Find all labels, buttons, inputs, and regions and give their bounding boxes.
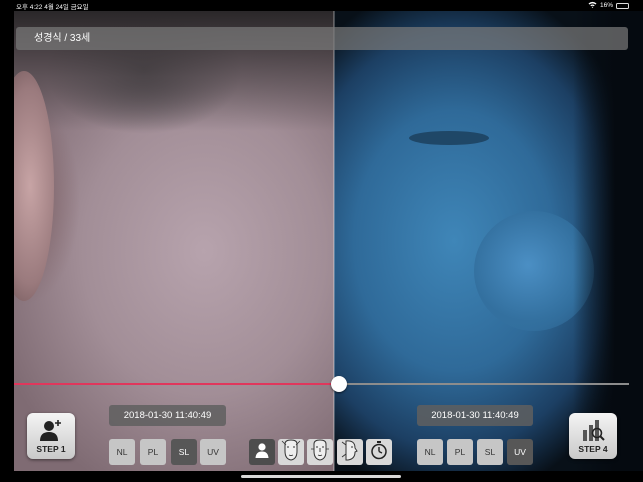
home-indicator[interactable] <box>241 475 401 478</box>
status-time-date: 오후 4:22 4월 24일 금요일 <box>16 4 89 11</box>
status-bar: 오후 4:22 4월 24일 금요일 16% <box>0 0 643 11</box>
left-mode-nl-button[interactable]: NL <box>109 439 135 465</box>
add-user-icon <box>27 418 75 442</box>
analysis-chart-icon <box>569 418 617 442</box>
step4-button[interactable]: STEP 4 <box>569 413 617 459</box>
step1-label: STEP 1 <box>36 444 66 454</box>
face-front-tool-button[interactable] <box>278 438 304 466</box>
face-front-alt-tool-button[interactable] <box>307 438 333 466</box>
battery-percent: 16% <box>599 2 613 9</box>
right-timestamp: 2018-01-30 11:40:49 <box>417 405 533 426</box>
left-face-image[interactable] <box>14 11 334 471</box>
right-mode-pl-button[interactable]: PL <box>447 439 473 465</box>
face-front-alt-icon <box>310 438 330 466</box>
left-mode-sl-button[interactable]: SL <box>171 439 197 465</box>
patient-title: 성경식 / 33세 <box>16 27 628 50</box>
face-side-tool-button[interactable] <box>337 439 363 465</box>
slider-track-active[interactable] <box>14 383 339 385</box>
face-side-icon <box>340 439 360 466</box>
slider-track-inactive[interactable] <box>339 383 629 385</box>
status-right: 16% <box>588 1 629 10</box>
left-timestamp: 2018-01-30 11:40:49 <box>109 405 226 426</box>
right-face-image[interactable] <box>334 11 643 471</box>
left-mode-pl-button[interactable]: PL <box>140 439 166 465</box>
battery-icon <box>616 2 629 9</box>
timer-icon <box>370 440 388 465</box>
face-front-icon <box>281 438 301 466</box>
profile-tool-button[interactable] <box>249 439 275 465</box>
right-mode-nl-button[interactable]: NL <box>417 439 443 465</box>
comparison-slider-thumb[interactable] <box>331 376 347 392</box>
comparison-divider <box>333 11 335 471</box>
timer-tool-button[interactable] <box>366 439 392 465</box>
step1-button[interactable]: STEP 1 <box>27 413 75 459</box>
right-mode-sl-button[interactable]: SL <box>477 439 503 465</box>
left-mode-uv-button[interactable]: UV <box>200 439 226 465</box>
profile-icon <box>253 441 271 464</box>
right-mode-uv-button[interactable]: UV <box>507 439 533 465</box>
wifi-icon <box>588 1 597 10</box>
step4-label: STEP 4 <box>578 444 608 454</box>
